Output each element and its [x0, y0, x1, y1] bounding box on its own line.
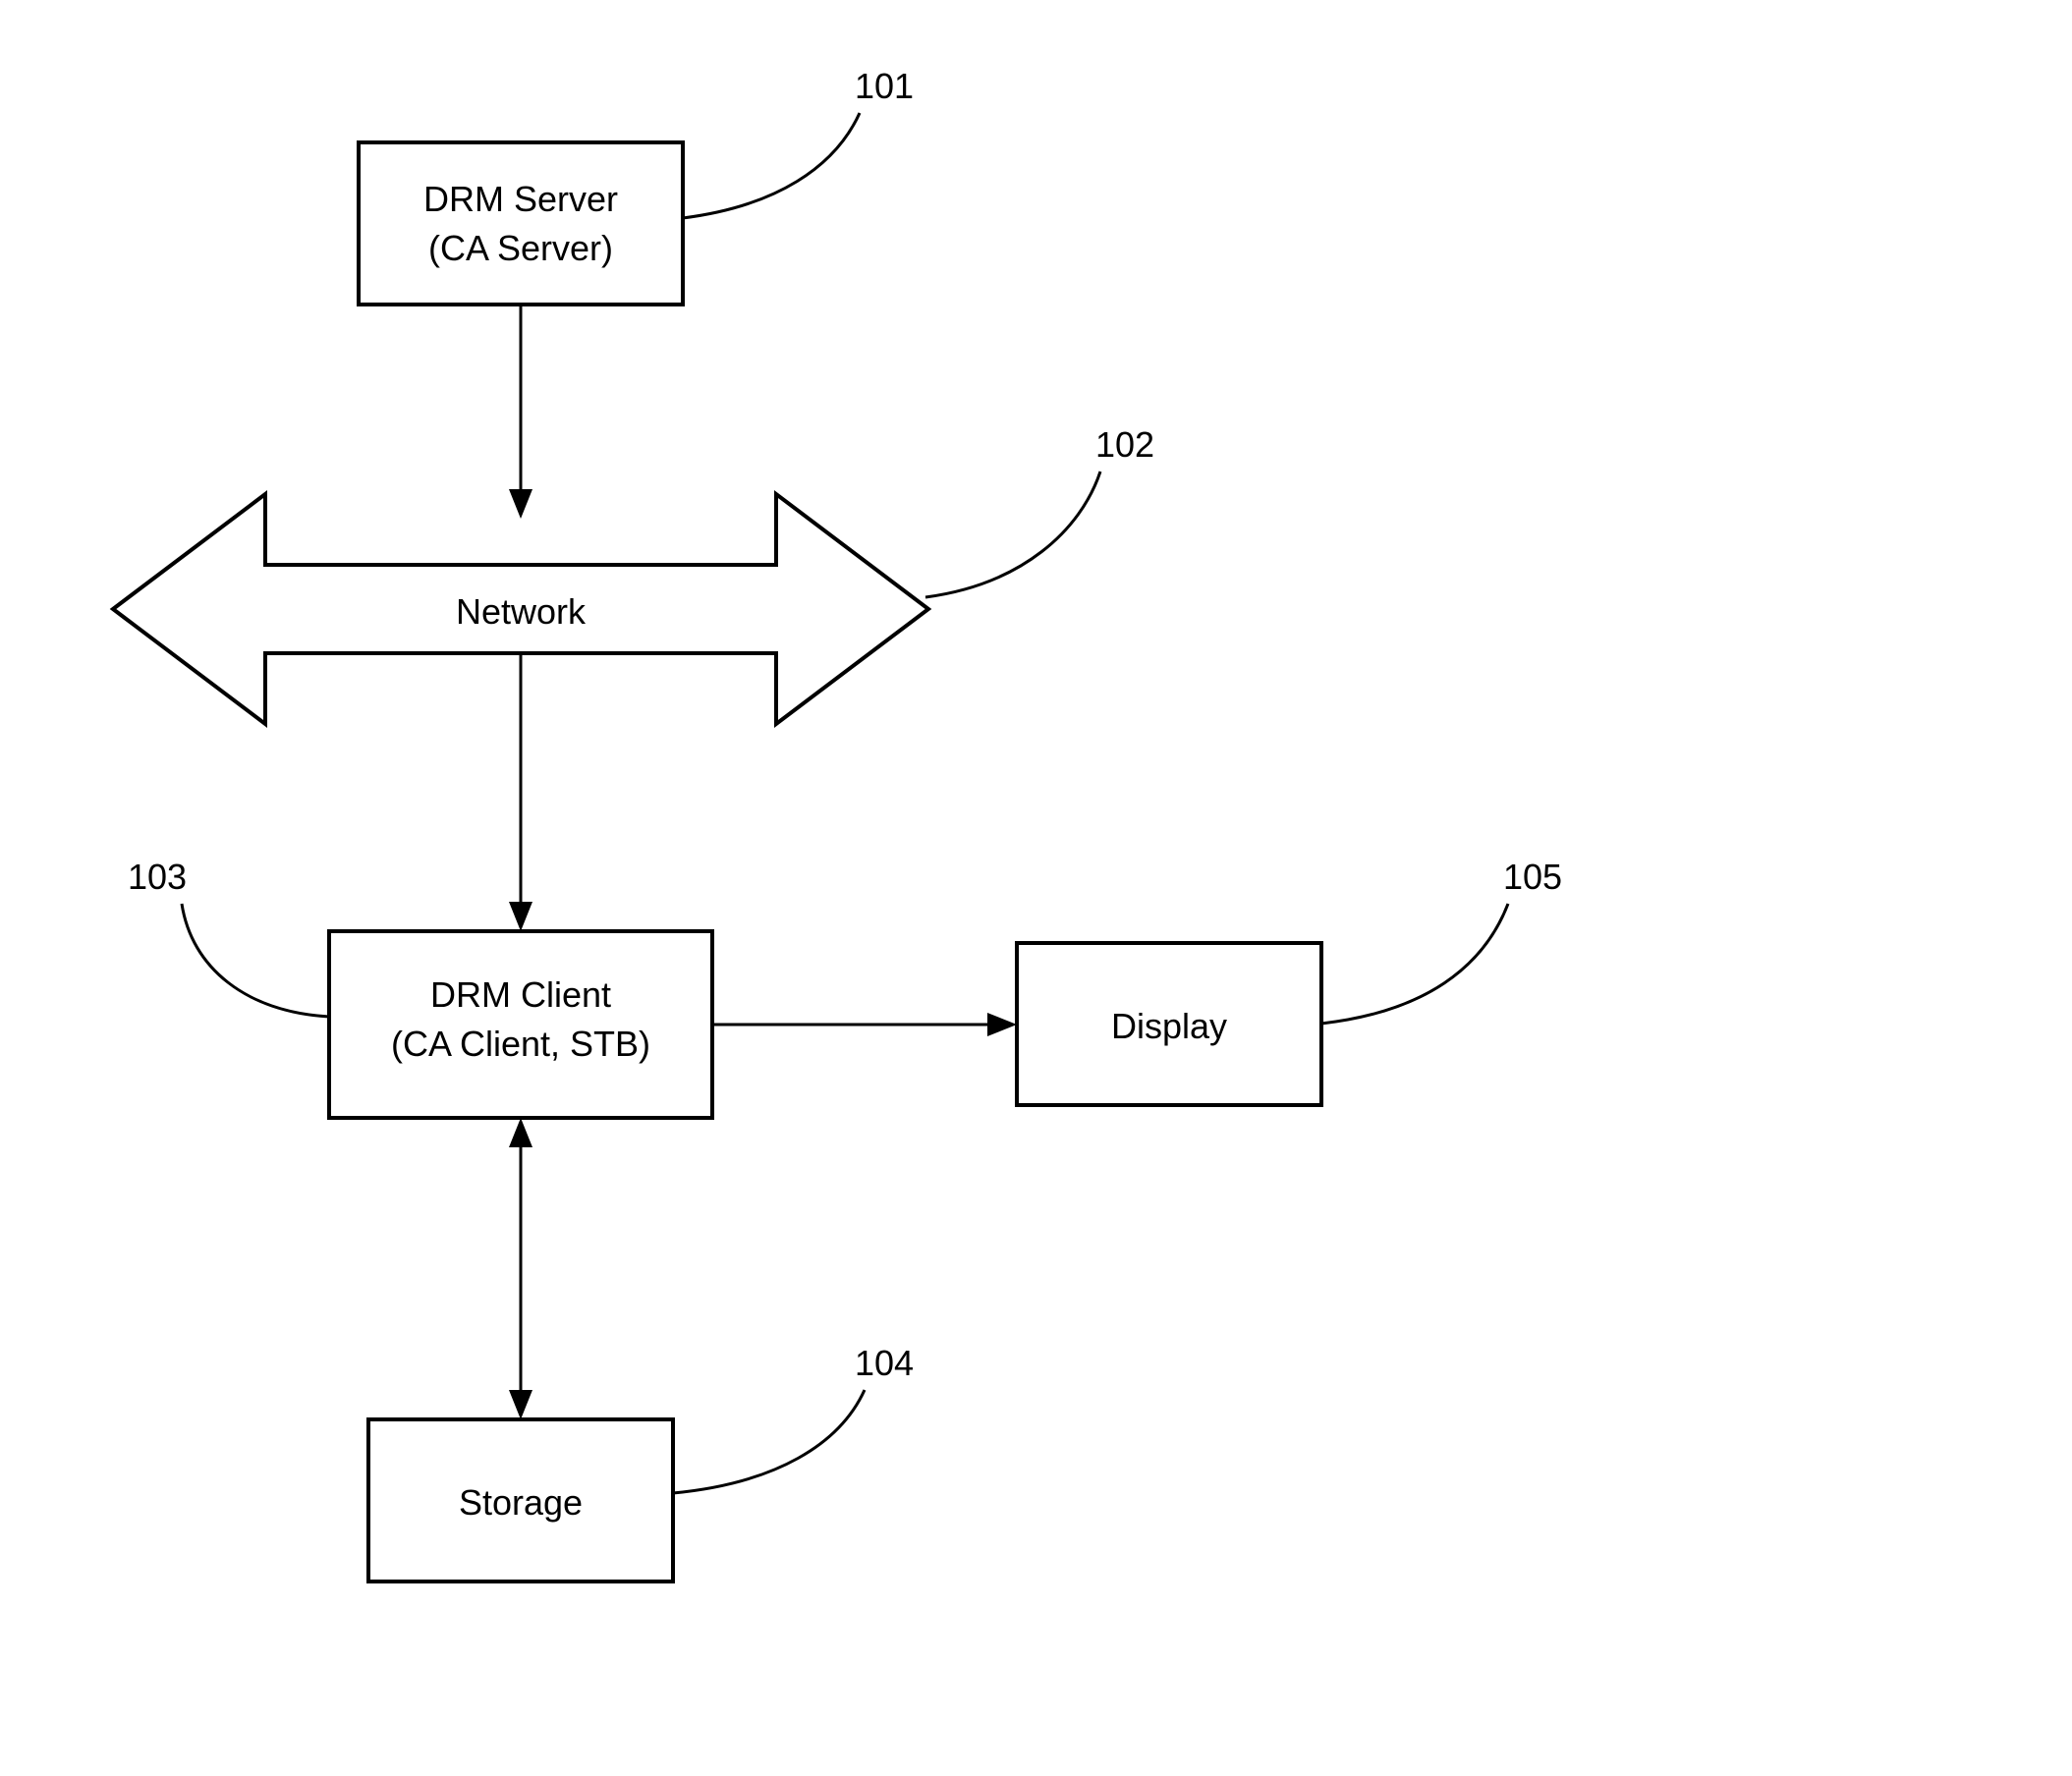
arrow-server-to-network [509, 305, 532, 519]
drm-server-block: DRM Server (CA Server) [359, 142, 683, 305]
ref-102: 102 [925, 424, 1154, 597]
display-block: Display [1017, 943, 1321, 1105]
storage-block: Storage [368, 1419, 673, 1582]
drm-server-label-line2: (CA Server) [428, 228, 613, 268]
ref-103: 103 [128, 857, 329, 1017]
ref-101: 101 [683, 66, 914, 218]
drm-client-label-line2: (CA Client, STB) [391, 1024, 650, 1064]
ref-103-text: 103 [128, 857, 187, 897]
display-label: Display [1111, 1006, 1227, 1046]
arrow-client-to-display [712, 1013, 1017, 1036]
drm-server-label-line1: DRM Server [423, 179, 618, 219]
ref-104: 104 [673, 1343, 914, 1493]
network-label: Network [456, 591, 587, 632]
ref-102-text: 102 [1095, 424, 1154, 465]
ref-101-text: 101 [855, 66, 914, 106]
arrow-client-storage [509, 1118, 532, 1419]
drm-client-label-line1: DRM Client [430, 974, 611, 1015]
drm-client-block: DRM Client (CA Client, STB) [329, 931, 712, 1118]
arrow-network-to-client [509, 653, 532, 931]
ref-105-text: 105 [1503, 857, 1562, 897]
storage-label: Storage [459, 1482, 583, 1523]
ref-105: 105 [1321, 857, 1562, 1024]
ref-104-text: 104 [855, 1343, 914, 1383]
diagram-canvas: DRM Server (CA Server) Network DRM Clien… [0, 0, 2072, 1776]
